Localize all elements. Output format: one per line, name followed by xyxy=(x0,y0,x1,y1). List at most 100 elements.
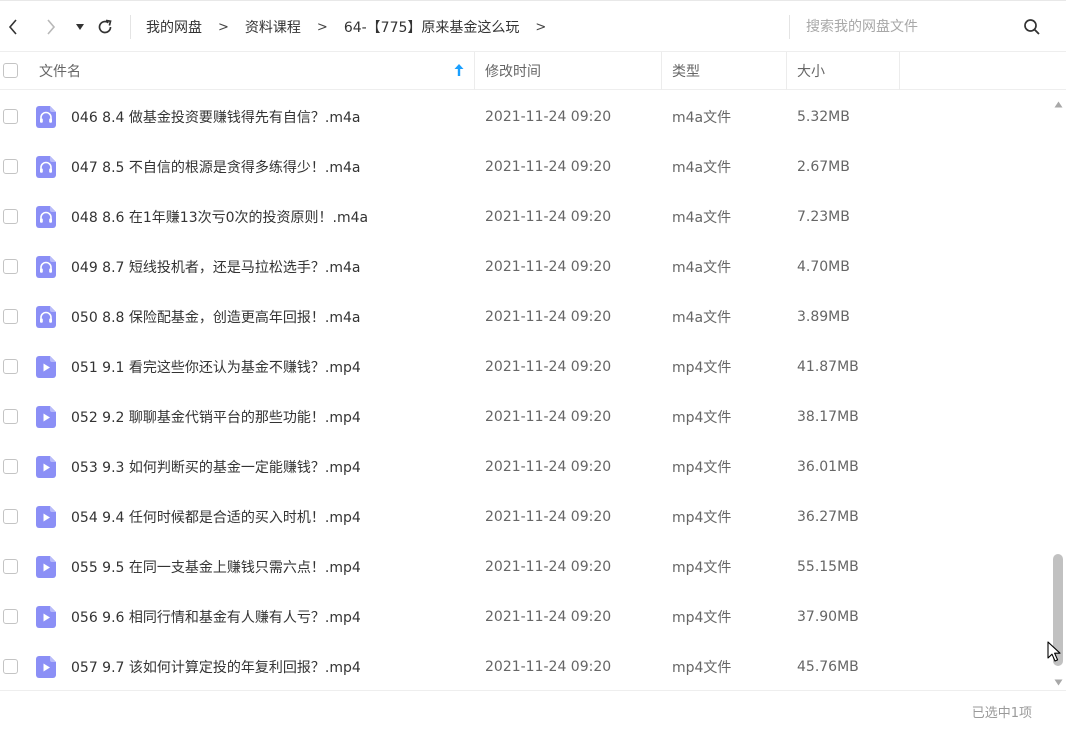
audio-file-icon xyxy=(36,156,56,178)
file-modified-time: 2021-11-24 09:20 xyxy=(485,109,612,125)
column-header-size[interactable]: 大小 xyxy=(797,52,825,90)
file-name[interactable]: 051 9.1 看完这些你还认为基金不赚钱？.mp4 xyxy=(71,342,361,392)
file-modified-time: 2021-11-24 09:20 xyxy=(485,459,612,475)
file-size: 3.89MB xyxy=(797,309,850,325)
file-row[interactable]: 055 9.5 在同一支基金上赚钱只需六点！.mp4 2021-11-24 09:… xyxy=(0,542,1050,592)
row-checkbox[interactable] xyxy=(3,309,18,324)
breadcrumb-separator: > xyxy=(316,19,328,35)
file-modified-time: 2021-11-24 09:20 xyxy=(485,359,612,375)
column-divider[interactable] xyxy=(899,52,900,90)
row-checkbox[interactable] xyxy=(3,559,18,574)
search-icon[interactable] xyxy=(1020,15,1044,39)
column-header-modified[interactable]: 修改时间 xyxy=(485,52,541,90)
vertical-scrollbar[interactable] xyxy=(1050,92,1066,690)
selection-status: 已选中1项 xyxy=(971,705,1032,721)
breadcrumb-item-courses[interactable]: 资料课程 xyxy=(245,17,301,37)
row-checkbox[interactable] xyxy=(3,509,18,524)
file-name[interactable]: 050 8.8 保险配基金，创造更高年回报！.m4a xyxy=(71,292,360,342)
video-file-icon xyxy=(36,656,56,678)
file-type: m4a文件 xyxy=(672,160,732,176)
file-size: 37.90MB xyxy=(797,609,859,625)
file-type: mp4文件 xyxy=(672,510,732,526)
column-header-type[interactable]: 类型 xyxy=(672,52,700,90)
breadcrumb-separator[interactable]: > xyxy=(535,20,546,35)
row-checkbox[interactable] xyxy=(3,409,18,424)
audio-file-icon xyxy=(36,256,56,278)
file-size: 5.32MB xyxy=(797,109,850,125)
breadcrumb-item-root[interactable]: 我的网盘 xyxy=(146,17,202,37)
column-header: 文件名 修改时间 类型 大小 xyxy=(0,52,1066,90)
file-row[interactable]: 057 9.7 该如何计算定投的年复利回报？.mp4 2021-11-24 09:… xyxy=(0,642,1050,690)
file-name[interactable]: 048 8.6 在1年赚13次亏0次的投资原则！.m4a xyxy=(71,192,368,242)
file-size: 4.70MB xyxy=(797,259,850,275)
file-row[interactable]: 051 9.1 看完这些你还认为基金不赚钱？.mp4 2021-11-24 09:… xyxy=(0,342,1050,392)
file-row[interactable]: 048 8.6 在1年赚13次亏0次的投资原则！.m4a 2021-11-24 0… xyxy=(0,192,1050,242)
file-row[interactable]: 056 9.6 相同行情和基金有人赚有人亏？.mp4 2021-11-24 09:… xyxy=(0,592,1050,642)
file-name[interactable]: 054 9.4 任何时候都是合适的买入时机！.mp4 xyxy=(71,492,361,542)
search-input[interactable] xyxy=(806,13,1006,41)
row-checkbox[interactable] xyxy=(3,659,18,674)
video-file-icon xyxy=(36,556,56,578)
file-name[interactable]: 056 9.6 相同行情和基金有人赚有人亏？.mp4 xyxy=(71,592,361,642)
row-checkbox[interactable] xyxy=(3,159,18,174)
file-name[interactable]: 052 9.2 聊聊基金代销平台的那些功能！.mp4 xyxy=(71,392,361,442)
file-row[interactable]: 053 9.3 如何判断买的基金一定能赚钱？.mp4 2021-11-24 09:… xyxy=(0,442,1050,492)
row-checkbox[interactable] xyxy=(3,209,18,224)
row-checkbox[interactable] xyxy=(3,109,18,124)
scroll-up-arrow-icon[interactable] xyxy=(1054,96,1063,112)
row-checkbox[interactable] xyxy=(3,359,18,374)
file-size: 45.76MB xyxy=(797,659,859,675)
file-row[interactable]: 052 9.2 聊聊基金代销平台的那些功能！.mp4 2021-11-24 09:… xyxy=(0,392,1050,442)
file-name[interactable]: 055 9.5 在同一支基金上赚钱只需六点！.mp4 xyxy=(71,542,361,592)
select-all-checkbox[interactable] xyxy=(3,63,18,78)
file-name[interactable]: 053 9.3 如何判断买的基金一定能赚钱？.mp4 xyxy=(71,442,361,492)
file-size: 2.67MB xyxy=(797,159,850,175)
column-header-name[interactable]: 文件名 xyxy=(39,52,81,90)
chevron-left-icon[interactable] xyxy=(2,15,24,39)
sort-ascending-arrow-icon[interactable] xyxy=(453,63,465,81)
file-type: mp4文件 xyxy=(672,560,732,576)
breadcrumb-item-current[interactable]: 64-【775】原来基金这么玩 xyxy=(344,17,520,37)
file-name[interactable]: 047 8.5 不自信的根源是贪得多练得少！.m4a xyxy=(71,142,360,192)
file-row[interactable]: 047 8.5 不自信的根源是贪得多练得少！.m4a 2021-11-24 09:… xyxy=(0,142,1050,192)
file-type: m4a文件 xyxy=(672,210,732,226)
video-file-icon xyxy=(36,406,56,428)
column-divider[interactable] xyxy=(786,52,787,90)
toolbar-divider xyxy=(130,15,131,39)
column-divider[interactable] xyxy=(661,52,662,90)
row-checkbox[interactable] xyxy=(3,259,18,274)
file-size: 38.17MB xyxy=(797,409,859,425)
file-name[interactable]: 046 8.4 做基金投资要赚钱得先有自信？.m4a xyxy=(71,92,360,142)
file-row[interactable]: 054 9.4 任何时候都是合适的买入时机！.mp4 2021-11-24 09:… xyxy=(0,492,1050,542)
mouse-pointer-icon xyxy=(1047,641,1061,667)
chevron-right-icon[interactable] xyxy=(40,15,62,39)
file-type: mp4文件 xyxy=(672,610,732,626)
video-file-icon xyxy=(36,506,56,528)
row-checkbox[interactable] xyxy=(3,609,18,624)
file-name[interactable]: 057 9.7 该如何计算定投的年复利回报？.mp4 xyxy=(71,642,361,690)
file-size: 36.27MB xyxy=(797,509,859,525)
caret-down-icon[interactable] xyxy=(69,15,91,39)
video-file-icon xyxy=(36,456,56,478)
search-divider xyxy=(789,15,790,39)
row-checkbox[interactable] xyxy=(3,459,18,474)
file-row[interactable]: 049 8.7 短线投机者，还是马拉松选手？.m4a 2021-11-24 09:… xyxy=(0,242,1050,292)
file-row[interactable]: 050 8.8 保险配基金，创造更高年回报！.m4a 2021-11-24 09:… xyxy=(0,292,1050,342)
file-size: 7.23MB xyxy=(797,209,850,225)
toolbar: 我的网盘 > 资料课程 > 64-【775】原来基金这么玩 > xyxy=(0,0,1066,52)
breadcrumb-separator: > xyxy=(218,19,229,35)
file-modified-time: 2021-11-24 09:20 xyxy=(485,209,612,225)
file-row[interactable]: 046 8.4 做基金投资要赚钱得先有自信？.m4a 2021-11-24 09:… xyxy=(0,92,1050,142)
scroll-down-arrow-icon[interactable] xyxy=(1054,674,1063,690)
audio-file-icon xyxy=(36,106,56,128)
status-bar: 已选中1项 xyxy=(0,690,1066,730)
audio-file-icon xyxy=(36,206,56,228)
file-modified-time: 2021-11-24 09:20 xyxy=(485,609,612,625)
audio-file-icon xyxy=(36,306,56,328)
file-name[interactable]: 049 8.7 短线投机者，还是马拉松选手？.m4a xyxy=(71,242,360,292)
file-type: mp4文件 xyxy=(672,360,732,376)
refresh-icon[interactable] xyxy=(94,15,116,39)
file-list: 046 8.4 做基金投资要赚钱得先有自信？.m4a 2021-11-24 09:… xyxy=(0,92,1050,690)
column-divider[interactable] xyxy=(474,52,475,90)
file-modified-time: 2021-11-24 09:20 xyxy=(485,309,612,325)
